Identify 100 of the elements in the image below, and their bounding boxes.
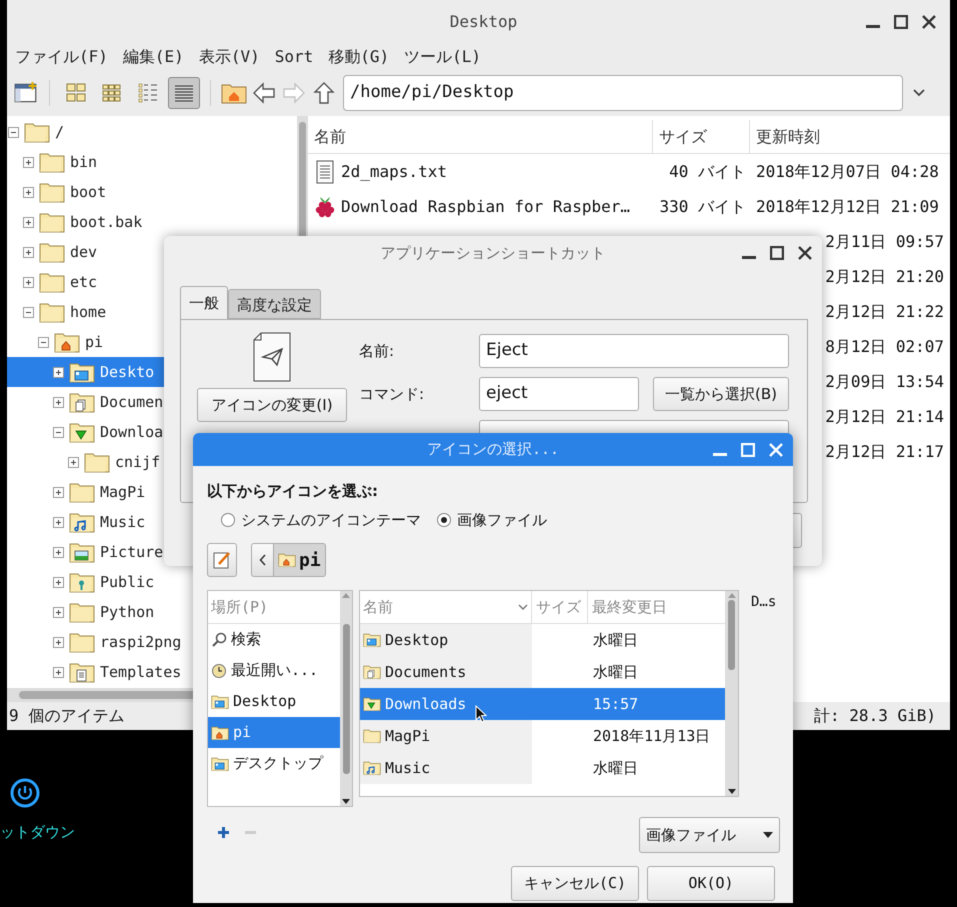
view-mode-button[interactable] <box>168 77 200 109</box>
expand-icon[interactable] <box>23 276 34 288</box>
expand-icon[interactable] <box>53 486 64 498</box>
tree-item[interactable]: Picture <box>7 537 164 567</box>
place-item[interactable]: デスクトップ <box>208 748 340 779</box>
scroll-down-icon[interactable] <box>342 799 350 804</box>
expand-icon[interactable] <box>53 396 64 408</box>
column-header[interactable]: サイズ <box>653 120 750 153</box>
scrollbar[interactable] <box>725 591 738 796</box>
expand-icon[interactable] <box>23 246 34 258</box>
place-item[interactable]: pi <box>208 717 340 748</box>
file-row[interactable]: Documents 水曜日 <box>360 656 725 688</box>
expand-icon[interactable] <box>53 666 64 678</box>
close-icon[interactable] <box>922 15 936 29</box>
tree-item[interactable]: cnijf <box>7 447 164 477</box>
input-field[interactable]: eject <box>479 377 639 411</box>
collapse-icon[interactable] <box>38 336 49 348</box>
tree-item[interactable]: home <box>7 297 164 327</box>
select-from-list-button[interactable]: 一覧から選択(B) <box>653 377 789 411</box>
file-row[interactable]: MagPi 2018年11月13日 <box>360 720 725 752</box>
collapse-icon[interactable] <box>53 426 64 438</box>
tree-item[interactable]: Templates <box>7 657 182 687</box>
back-button[interactable] <box>251 543 274 577</box>
tree-item[interactable]: etc <box>7 267 164 297</box>
power-icon[interactable] <box>10 778 40 808</box>
path-button[interactable]: pi <box>274 543 326 577</box>
maximize-icon[interactable] <box>894 15 908 29</box>
tree-item[interactable]: Deskto <box>7 357 164 387</box>
tree-item[interactable]: Music <box>7 507 164 537</box>
tree-item[interactable]: Downloa <box>7 417 164 447</box>
edit-button[interactable] <box>207 543 237 577</box>
scroll-down-icon[interactable] <box>728 789 736 794</box>
collapse-icon[interactable] <box>23 306 34 318</box>
radio-label[interactable]: 画像ファイル <box>457 508 547 531</box>
tree-item[interactable]: Documen <box>7 387 164 417</box>
close-icon[interactable] <box>798 246 812 260</box>
menu-item[interactable]: 編集(E) <box>122 45 184 69</box>
menu-item[interactable]: Sort <box>274 45 314 69</box>
tree-item[interactable]: pi <box>7 327 164 357</box>
collapse-icon[interactable] <box>8 126 19 138</box>
file-name[interactable]: Download Raspbian for Raspber… <box>341 194 630 218</box>
menu-item[interactable]: 移動(G) <box>328 45 390 69</box>
location-field[interactable]: /home/pi/Desktop <box>343 75 903 111</box>
menu-item[interactable]: ファイル(F) <box>15 45 108 69</box>
column-header[interactable]: 名前 <box>360 591 532 623</box>
tree-item[interactable]: raspi2png <box>7 627 182 657</box>
expand-icon[interactable] <box>68 456 79 468</box>
expand-icon[interactable] <box>53 576 64 588</box>
up-arrow-icon[interactable] <box>311 80 337 106</box>
place-item[interactable]: 最近開い... <box>208 655 340 686</box>
cancel-button[interactable]: キャンセル(C) <box>511 866 639 901</box>
scrollbar-thumb[interactable] <box>728 600 735 670</box>
expand-icon[interactable] <box>53 546 64 558</box>
tree-item[interactable]: dev <box>7 237 164 267</box>
chevron-down-icon[interactable] <box>913 89 925 97</box>
file-name[interactable]: MagPi <box>385 724 430 748</box>
tree-item[interactable]: bin <box>7 147 164 177</box>
column-header[interactable]: 更新時刻 <box>750 120 950 153</box>
radio-button[interactable] <box>437 512 451 527</box>
radio-label[interactable]: システムのアイコンテーマ <box>241 508 421 531</box>
radio-button[interactable] <box>221 512 235 527</box>
scrollbar-thumb[interactable] <box>342 624 350 774</box>
ok-button[interactable]: OK(O) <box>647 866 775 901</box>
expand-icon[interactable] <box>23 216 34 228</box>
expand-icon[interactable] <box>53 516 64 528</box>
maximize-icon[interactable] <box>770 246 784 260</box>
tree-item[interactable]: boot.bak <box>7 207 164 237</box>
tree-item[interactable]: Public <box>7 567 164 597</box>
change-icon-button[interactable]: アイコンの変更(I) <box>197 388 347 422</box>
expand-icon[interactable] <box>53 636 64 648</box>
expand-icon[interactable] <box>53 366 64 378</box>
scrollbar[interactable] <box>340 591 352 806</box>
menu-item[interactable]: 表示(V) <box>198 45 260 69</box>
back-arrow-icon[interactable] <box>251 80 277 106</box>
place-item[interactable]: Desktop <box>208 686 340 717</box>
file-row[interactable]: Desktop 水曜日 <box>360 624 725 656</box>
document-icon[interactable] <box>253 332 291 382</box>
filter-dropdown[interactable]: 画像ファイル <box>639 817 780 853</box>
input-field[interactable]: Eject <box>479 334 789 368</box>
file-name[interactable]: 2d_maps.txt <box>341 160 447 184</box>
plus-icon[interactable] <box>217 826 230 839</box>
tab[interactable]: 一般 <box>180 286 228 319</box>
tree-item[interactable]: Python <box>7 597 164 627</box>
tree-item[interactable]: MagPi <box>7 477 164 507</box>
column-header[interactable]: 最終変更日 <box>588 591 725 623</box>
expand-icon[interactable] <box>23 186 34 198</box>
place-item[interactable]: 検索 <box>208 624 340 655</box>
file-row[interactable]: Music 水曜日 <box>360 752 725 784</box>
expand-icon[interactable] <box>53 606 64 618</box>
file-row[interactable]: Downloads 15:57 <box>360 688 725 720</box>
menu-item[interactable]: ツール(L) <box>404 45 482 69</box>
file-name[interactable]: Downloads <box>385 692 466 716</box>
expand-icon[interactable] <box>23 156 34 168</box>
file-name[interactable]: Music <box>385 756 430 780</box>
column-header[interactable]: 名前 <box>308 120 653 153</box>
tree-item[interactable]: / <box>7 117 164 147</box>
column-header[interactable]: サイズ <box>532 591 588 623</box>
home-icon[interactable] <box>221 82 247 104</box>
tab[interactable]: 高度な設定 <box>228 289 321 319</box>
tree-item[interactable]: boot <box>7 177 164 207</box>
